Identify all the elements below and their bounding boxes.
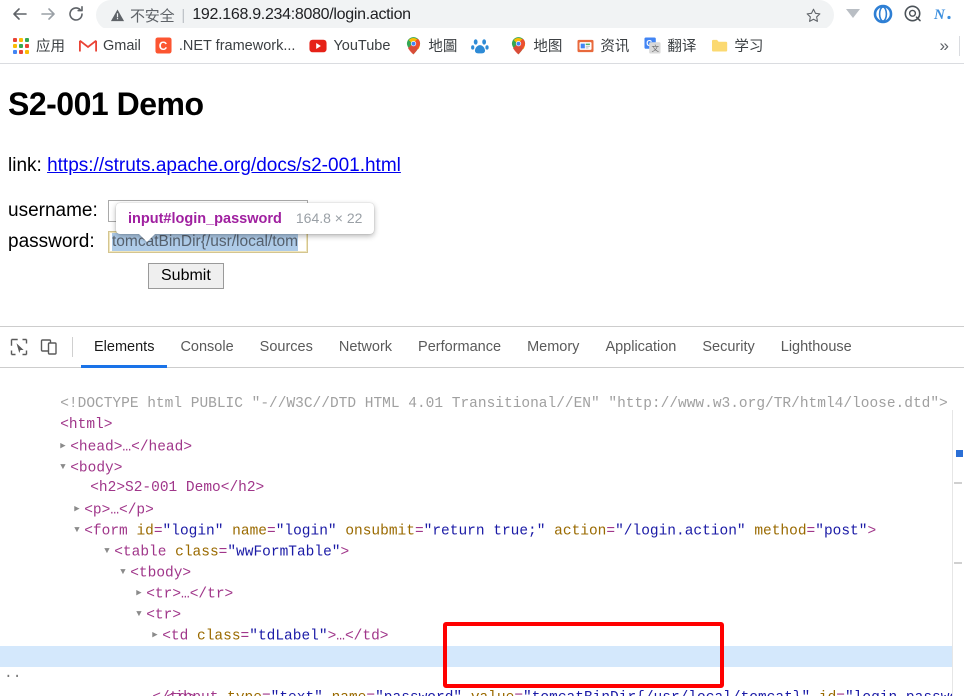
dom-line-h2[interactable]: <h2>S2-001 Demo</h2> <box>0 457 964 496</box>
svg-text:N: N <box>933 7 946 23</box>
login-form: username: password: tomcatBinDir{/usr/lo… <box>8 195 956 289</box>
bookmark-label: 学习 <box>734 39 764 55</box>
omnibox-separator: | <box>181 6 186 24</box>
map-pin-icon <box>509 36 527 55</box>
struts-doc-link[interactable]: https://struts.apache.org/docs/s2-001.ht… <box>47 155 401 176</box>
devtools-tabbar: Elements Console Sources Network Perform… <box>0 327 964 368</box>
dom-line-td-label[interactable]: ▶ <td class="tdLabel">…</td> <box>0 604 964 644</box>
tab-console[interactable]: Console <box>167 327 246 368</box>
username-label: username: <box>8 199 98 221</box>
bookmark-gmail[interactable]: Gmail <box>75 34 149 58</box>
opera-circle-icon[interactable] <box>868 1 898 27</box>
device-toolbar-icon[interactable] <box>34 333 64 361</box>
bookmark-map-cn[interactable]: 地图 <box>505 32 570 59</box>
dom-line-p[interactable]: ▶ <p>…</p> <box>0 478 964 518</box>
link-line: link: https://struts.apache.org/docs/s2-… <box>8 155 956 177</box>
baidu-paw-icon <box>471 37 490 55</box>
devtools-scrollbar[interactable] <box>952 410 964 696</box>
dom-line-tr-open[interactable]: ▼ <tr> <box>0 583 964 623</box>
bookmark-label: 应用 <box>36 39 65 55</box>
tab-application[interactable]: Application <box>592 327 689 368</box>
bookmark-label: YouTube <box>333 37 391 54</box>
browser-toolbar: 不安全 | 192.168.9.234:8080/login.action N <box>0 0 964 28</box>
address-bar[interactable]: 不安全 | 192.168.9.234:8080/login.action <box>96 0 834 28</box>
dom-line-td-open[interactable]: ▼<td> <box>0 625 964 665</box>
google-translate-icon: G文 <box>643 37 661 55</box>
tab-security[interactable]: Security <box>689 327 767 368</box>
dom-line-td-close[interactable]: </td> <box>0 667 964 696</box>
map-pin-icon <box>404 36 422 55</box>
star-outline-icon[interactable] <box>800 2 826 28</box>
tab-performance[interactable]: Performance <box>405 327 514 368</box>
submit-row: Submit <box>8 263 956 289</box>
folder-icon <box>710 37 728 55</box>
download-arrow-icon[interactable] <box>838 1 868 27</box>
page-title: S2-001 Demo <box>8 86 204 122</box>
bookmark-label: Gmail <box>103 37 141 54</box>
n-profile-icon[interactable]: N <box>928 1 958 27</box>
bookmark-label: 地图 <box>533 39 563 55</box>
csdn-c-icon: C <box>155 37 173 55</box>
inspector-tooltip: input#login_password 164.8 × 22 <box>116 203 375 242</box>
browser-chrome: 不安全 | 192.168.9.234:8080/login.action N <box>0 0 964 64</box>
dom-line-html[interactable]: <html> <box>0 394 964 433</box>
bookmark-apps[interactable]: 应用 <box>8 32 73 59</box>
bookmark-youtube[interactable]: YouTube <box>305 34 398 58</box>
bookmark-label: 资讯 <box>600 39 630 55</box>
dom-line-head[interactable]: ▶ <head>…</head> <box>0 415 964 455</box>
link-prefix-label: link: <box>8 155 42 176</box>
screenshot-icon[interactable] <box>898 1 928 27</box>
dom-line-tr-collapsed[interactable]: ▶ <tr>…</tr> <box>0 562 964 602</box>
tab-memory[interactable]: Memory <box>514 327 592 368</box>
scrollbar-thumb[interactable] <box>956 450 963 457</box>
password-label: password: <box>8 230 95 252</box>
bookmarks-bar: 应用 Gmail C .NET framework... YouTube 地圖 <box>0 28 964 64</box>
url-text[interactable]: 192.168.9.234:8080/login.action <box>192 6 800 24</box>
tab-lighthouse[interactable]: Lighthouse <box>768 327 865 368</box>
inspector-tooltip-selector: input#login_password <box>128 211 282 227</box>
reload-button[interactable] <box>62 0 90 28</box>
tooltip-arrow-icon <box>138 233 156 242</box>
news-icon <box>576 37 594 55</box>
dom-tree[interactable]: <!DOCTYPE html PUBLIC "-//W3C//DTD HTML … <box>0 368 964 696</box>
bookmark-news[interactable]: 资讯 <box>572 32 637 59</box>
bookmark-bar-divider <box>959 35 960 56</box>
bookmark-map-tw[interactable]: 地圖 <box>400 32 465 59</box>
submit-button[interactable]: Submit <box>148 263 224 289</box>
devtools-tool-separator <box>72 337 73 357</box>
inspect-element-icon[interactable] <box>4 333 34 361</box>
svg-text:C: C <box>159 39 168 53</box>
dom-line-input-selected[interactable]: ·· <input type="text" name="password" va… <box>0 646 964 696</box>
dom-line-tbody[interactable]: ▼ <tbody> <box>0 541 964 581</box>
tab-network[interactable]: Network <box>326 327 405 368</box>
bookmark-label: 地圖 <box>428 39 458 55</box>
warning-triangle-icon <box>110 8 125 23</box>
security-status-text: 不安全 <box>130 7 175 25</box>
devtools-panel: Elements Console Sources Network Perform… <box>0 326 964 696</box>
dom-line-form[interactable]: ▼ <form id="login" name="login" onsubmit=… <box>0 499 964 539</box>
dom-line-doctype: <!DOCTYPE html PUBLIC "-//W3C//DTD HTML … <box>0 373 964 412</box>
bookmark-dotnet-framework[interactable]: C .NET framework... <box>151 34 304 58</box>
inspector-tooltip-dimensions: 164.8 × 22 <box>295 210 363 226</box>
youtube-icon <box>309 37 327 55</box>
forward-button[interactable] <box>34 0 62 28</box>
bookmark-folder-study[interactable]: 学习 <box>706 32 771 59</box>
apps-grid-icon <box>12 37 30 55</box>
gmail-icon <box>79 37 97 55</box>
td-close-text: </td> <box>152 690 196 696</box>
back-button[interactable] <box>6 0 34 28</box>
tab-elements[interactable]: Elements <box>81 327 167 368</box>
bookmark-translate[interactable]: G文 翻译 <box>639 32 704 59</box>
dom-line-table[interactable]: ▼ <table class="wwFormTable"> <box>0 520 964 560</box>
bookmark-baidu[interactable] <box>467 34 503 58</box>
page-content: S2-001 Demo link: https://struts.apache.… <box>0 64 964 326</box>
tab-sources[interactable]: Sources <box>247 327 326 368</box>
svg-text:文: 文 <box>651 43 659 53</box>
dom-line-body[interactable]: ▼ <body> <box>0 436 964 476</box>
bookmarks-overflow-button[interactable]: » <box>930 36 959 56</box>
bookmark-label: .NET framework... <box>178 37 296 54</box>
bookmark-label: 翻译 <box>667 39 697 55</box>
